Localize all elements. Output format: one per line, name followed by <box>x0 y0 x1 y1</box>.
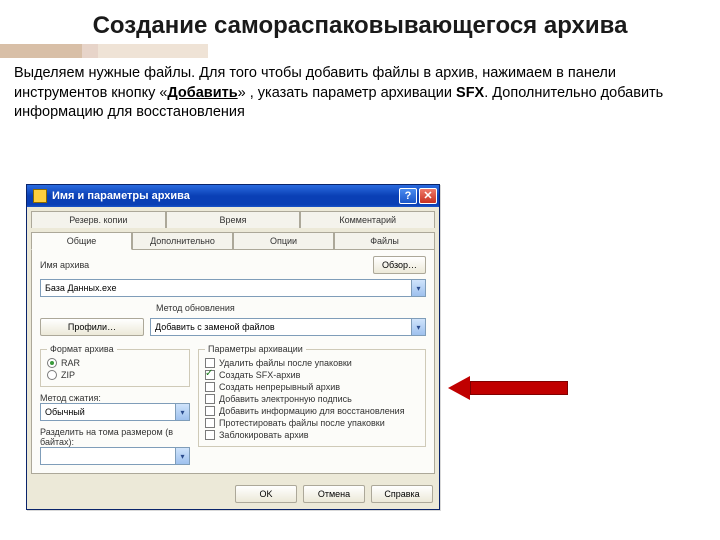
slide-description: Выделяем нужные файлы. Для того чтобы до… <box>0 64 720 123</box>
format-group-label: Формат архива <box>47 344 117 354</box>
chevron-down-icon[interactable]: ▾ <box>175 404 189 420</box>
tab-comment[interactable]: Комментарий <box>300 211 435 228</box>
update-mode-value: Добавить с заменой файлов <box>155 322 275 332</box>
slide-title: Создание самораспаковывающегося архива <box>0 0 720 44</box>
tab-backup[interactable]: Резерв. копии <box>31 211 166 228</box>
decorative-bar <box>0 44 720 58</box>
method-select[interactable]: Обычный ▾ <box>40 403 190 421</box>
update-mode-select[interactable]: Добавить с заменой файлов ▾ <box>150 318 426 336</box>
params-group-label: Параметры архивации <box>205 344 306 354</box>
dialog-button-bar: OK Отмена Справка <box>27 479 439 509</box>
chk-lock[interactable]: Заблокировать архив <box>205 430 419 440</box>
radio-zip[interactable]: ZIP <box>47 370 183 380</box>
red-arrow-annotation <box>448 376 568 400</box>
archive-dialog: Имя и параметры архива ? ✕ Резерв. копии… <box>26 184 440 510</box>
tab-advanced[interactable]: Дополнительно <box>132 232 233 250</box>
update-mode-label: Метод обновления <box>156 303 235 313</box>
profiles-button[interactable]: Профили… <box>40 318 144 336</box>
browse-button[interactable]: Обзор… <box>373 256 426 274</box>
radio-rar[interactable]: RAR <box>47 358 183 368</box>
chk-solid[interactable]: Создать непрерывный архив <box>205 382 419 392</box>
chevron-down-icon[interactable]: ▾ <box>411 280 425 296</box>
chevron-down-icon[interactable]: ▾ <box>411 319 425 335</box>
params-group: Параметры архивации Удалить файлы после … <box>198 349 426 447</box>
tab-general[interactable]: Общие <box>31 232 132 250</box>
method-value: Обычный <box>45 407 85 417</box>
cancel-button[interactable]: Отмена <box>303 485 365 503</box>
method-label: Метод сжатия: <box>40 393 190 403</box>
general-pane: Имя архива Обзор… База Данных.exe ▾ Мето… <box>31 249 435 474</box>
ok-button[interactable]: OK <box>235 485 297 503</box>
archive-name-input[interactable]: База Данных.exe ▾ <box>40 279 426 297</box>
split-input[interactable]: ▾ <box>40 447 190 465</box>
help-button[interactable]: ? <box>399 188 417 204</box>
tab-files[interactable]: Файлы <box>334 232 435 250</box>
close-button[interactable]: ✕ <box>419 188 437 204</box>
help-button-bottom[interactable]: Справка <box>371 485 433 503</box>
titlebar: Имя и параметры архива ? ✕ <box>27 185 439 207</box>
tab-time[interactable]: Время <box>166 211 301 228</box>
tabs-front-row: Общие Дополнительно Опции Файлы <box>31 232 435 250</box>
chk-sign[interactable]: Добавить электронную подпись <box>205 394 419 404</box>
chk-sfx[interactable]: Создать SFX-архив <box>205 370 419 380</box>
window-title: Имя и параметры архива <box>52 190 397 202</box>
archive-name-value: База Данных.exe <box>45 283 116 293</box>
split-label: Разделить на тома размером (в байтах): <box>40 427 190 447</box>
chevron-down-icon[interactable]: ▾ <box>175 448 189 464</box>
tabs-back-row: Резерв. копии Время Комментарий <box>31 211 435 228</box>
chk-delete-after[interactable]: Удалить файлы после упаковки <box>205 358 419 368</box>
format-group: Формат архива RAR ZIP <box>40 349 190 387</box>
archive-name-label: Имя архива <box>40 260 89 270</box>
app-icon <box>33 189 47 203</box>
chk-recovery[interactable]: Добавить информацию для восстановления <box>205 406 419 416</box>
tab-options[interactable]: Опции <box>233 232 334 250</box>
chk-test[interactable]: Протестировать файлы после упаковки <box>205 418 419 428</box>
